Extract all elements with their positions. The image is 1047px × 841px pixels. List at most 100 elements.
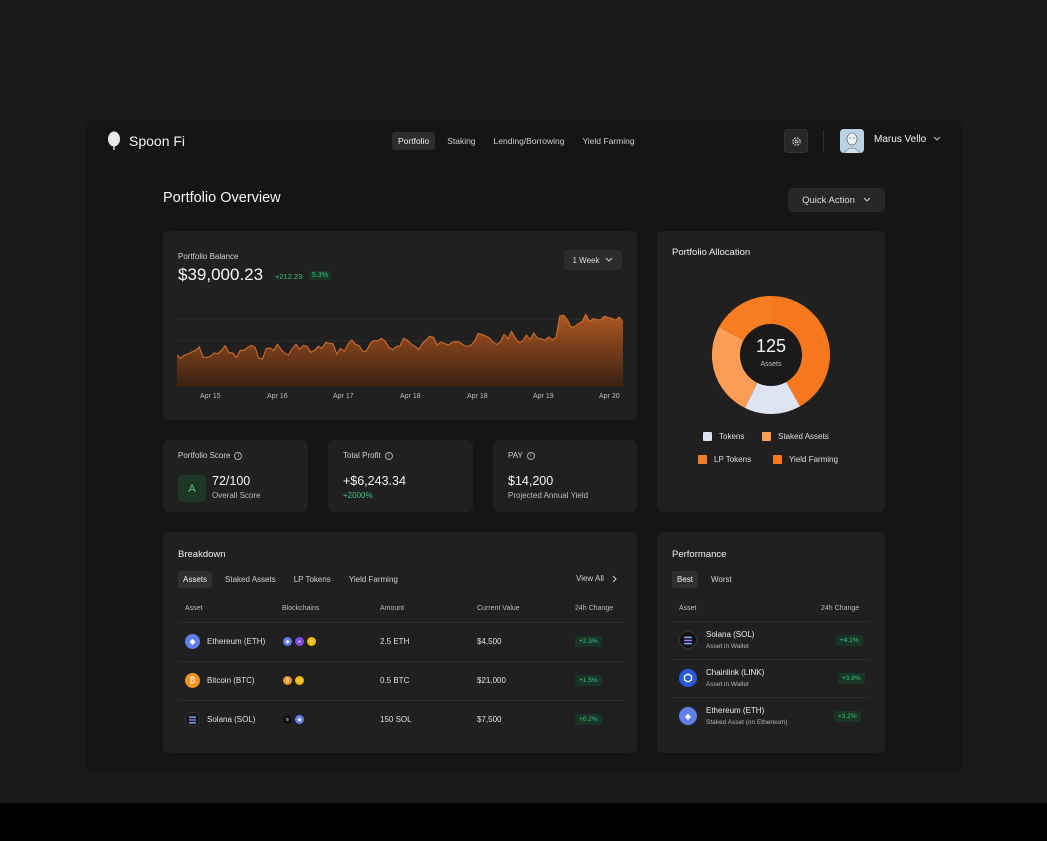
asset-amount: 0.5 BTC — [380, 676, 410, 685]
pay-title-row: PAY i — [508, 451, 535, 460]
leaf-logo-icon — [108, 131, 120, 150]
solana-chain-icon: ≡ — [283, 715, 292, 724]
user-portrait-icon — [840, 129, 864, 153]
row-divider — [178, 661, 624, 662]
portfolio-balance-card: Portfolio Balance $39,000.23 +212.23 5.3… — [163, 231, 637, 420]
pay-card: PAY i $14,200 Projected Annual Yield — [493, 440, 637, 512]
chevron-down-icon — [863, 197, 871, 202]
allocation-title: Portfolio Allocation — [672, 247, 751, 258]
bitcoin-coin-icon: ₿ — [185, 673, 200, 688]
page-title: Portfolio Overview — [163, 190, 281, 206]
x-tick: Apr 20 — [599, 393, 620, 400]
change-badge: +3.2% — [834, 711, 861, 722]
row-divider — [672, 697, 870, 698]
x-tick: Apr 17 — [333, 393, 354, 400]
tab-yield-farming[interactable]: Yield Farming — [344, 571, 403, 588]
row-divider — [672, 659, 870, 660]
asset-name: Bitcoin (BTC) — [207, 676, 255, 685]
allocation-total: 125 — [755, 336, 787, 356]
asset-value: $21,000 — [477, 676, 506, 685]
score-title-row: Portfolio Score i — [178, 451, 243, 460]
x-tick: Apr 15 — [200, 393, 221, 400]
score-value: 72/100 — [212, 474, 251, 488]
user-name[interactable]: Marus Vello — [874, 134, 926, 145]
profit-sub: +2000% — [343, 491, 373, 500]
asset-amount: 150 SOL — [380, 715, 412, 724]
change-badge: +0.2% — [575, 714, 602, 725]
tab-lp-tokens[interactable]: LP Tokens — [289, 571, 336, 588]
nav-tab-staking[interactable]: Staking — [441, 132, 481, 150]
balance-value: $39,000.23 — [178, 265, 264, 284]
app-window: Spoon Fi Portfolio Staking Lending/Borro… — [85, 120, 963, 773]
profit-title-row: Total Profit i — [343, 451, 393, 460]
balance-area-chart — [177, 313, 623, 387]
quick-action-button[interactable]: Quick Action — [788, 188, 885, 212]
quick-action-label: Quick Action — [802, 194, 855, 206]
score-sub: Overall Score — [212, 491, 261, 500]
chevron-down-icon[interactable] — [933, 136, 941, 142]
total-profit-card: Total Profit i +$6,243.34 +2000% — [328, 440, 473, 512]
legend-label: Staked Assets — [778, 432, 829, 441]
solana-coin-icon — [679, 631, 697, 649]
info-icon[interactable]: i — [526, 451, 535, 460]
app-name: Spoon Fi — [129, 133, 186, 149]
nav-tab-yield-farming[interactable]: Yield Farming — [576, 132, 640, 150]
change-badge: +3.8% — [838, 673, 865, 684]
x-tick: Apr 18 — [400, 393, 421, 400]
breakdown-card: Breakdown Assets Staked Assets LP Tokens… — [163, 532, 637, 753]
performance-card: Performance Best Worst Asset 24h Change … — [657, 532, 885, 753]
asset-name: Solana (SOL) — [207, 715, 256, 724]
avatar[interactable] — [840, 129, 864, 153]
chevron-down-icon — [606, 257, 613, 262]
main-nav: Portfolio Staking Lending/Borrowing Yiel… — [392, 132, 641, 150]
col-header-24h-change: 24h Change — [575, 605, 614, 612]
ethereum-coin-icon: ◆ — [185, 634, 200, 649]
tab-assets[interactable]: Assets — [178, 571, 213, 588]
change-badge: +1.5% — [575, 675, 602, 686]
nav-tab-lending-borrowing[interactable]: Lending/Borrowing — [488, 132, 571, 150]
balance-change-badge: 5.3% — [309, 271, 331, 280]
row-divider — [178, 622, 624, 623]
ethereum-chain-icon: ◆ — [295, 715, 304, 724]
info-icon[interactable]: i — [384, 451, 393, 460]
solana-bars-icon — [189, 716, 196, 723]
col-header-current-value: Current Value — [477, 605, 520, 612]
portfolio-score-card: Portfolio Score i A 72/100 Overall Score — [163, 440, 308, 512]
settings-button[interactable] — [784, 129, 808, 153]
legend-item-staked-assets: Staked Assets — [762, 432, 829, 441]
pay-value: $14,200 — [508, 474, 554, 488]
tab-best[interactable]: Best — [672, 571, 699, 588]
range-dropdown[interactable]: 1 Week — [564, 250, 622, 270]
tab-staked-assets[interactable]: Staked Assets — [220, 571, 281, 588]
legend-swatch — [762, 432, 771, 441]
score-title: Portfolio Score — [178, 451, 231, 460]
tab-worst[interactable]: Worst — [706, 571, 737, 588]
x-tick: Apr 16 — [267, 393, 288, 400]
ethereum-chain-icon: ◆ — [283, 637, 292, 646]
perf-asset-sub: Asset in Wallet — [706, 681, 749, 688]
info-icon[interactable]: i — [234, 451, 243, 460]
col-header-blockchains: Blockchains — [282, 605, 320, 612]
view-all-link[interactable]: View All — [576, 574, 617, 583]
breakdown-title: Breakdown — [178, 549, 226, 560]
profit-title: Total Profit — [343, 451, 381, 460]
chevron-right-icon — [612, 575, 617, 582]
bitcoin-chain-icon: ₿ — [283, 676, 292, 685]
col-header-asset: Asset — [185, 605, 203, 612]
solana-coin-icon — [185, 712, 200, 727]
profit-value: +$6,243.34 — [343, 474, 406, 488]
legend-item-yield-farming: Yield Farming — [773, 455, 838, 464]
pay-sub: Projected Annual Yield — [508, 491, 589, 500]
col-header-asset: Asset — [679, 605, 697, 612]
hexagon-icon — [683, 673, 693, 683]
legend-swatch — [773, 455, 782, 464]
legend-swatch — [703, 432, 712, 441]
bottom-band — [0, 803, 1047, 841]
legend-label: Yield Farming — [789, 455, 839, 464]
pay-title: PAY — [508, 451, 523, 460]
score-grade: A — [178, 475, 206, 502]
balance-change: +212.23 — [275, 272, 303, 281]
chainlink-coin-icon — [679, 669, 697, 687]
logo[interactable]: Spoon Fi — [107, 131, 185, 151]
nav-tab-portfolio[interactable]: Portfolio — [392, 132, 436, 150]
